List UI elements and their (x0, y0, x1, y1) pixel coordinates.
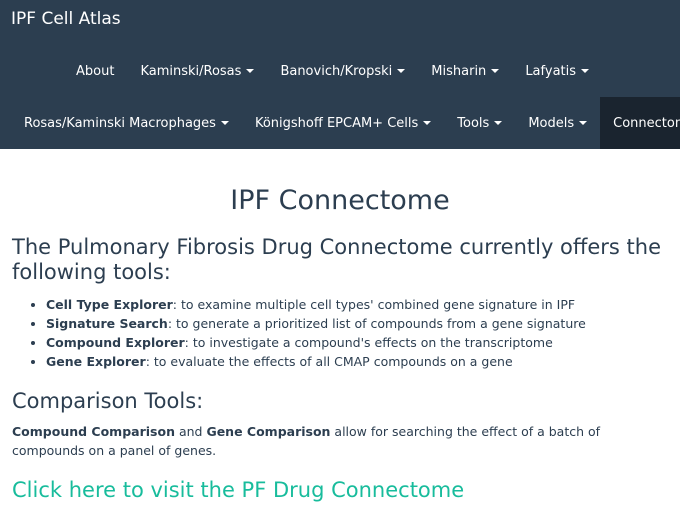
tool-name: Compound Explorer (46, 335, 185, 350)
nav-item-lafyatis[interactable]: Lafyatis (512, 45, 602, 97)
comparison-term-1: Compound Comparison (12, 424, 175, 439)
tool-desc: : to generate a prioritized list of comp… (167, 316, 586, 331)
caret-down-icon (246, 69, 255, 73)
intro-heading: The Pulmonary Fibrosis Drug Connectome c… (12, 235, 662, 284)
list-item: Cell Type Explorer: to examine multiple … (46, 295, 668, 314)
top-navbar: IPF Cell Atlas About Kaminski/Rosas Bano… (0, 0, 680, 149)
caret-down-icon (581, 69, 590, 73)
nav-item-misharin[interactable]: Misharin (418, 45, 512, 97)
nav-item-label: Banovich/Kropski (280, 63, 393, 79)
tool-desc: : to evaluate the effects of all CMAP co… (145, 354, 513, 369)
brand-row: IPF Cell Atlas (0, 0, 680, 45)
nav-item-label: Misharin (431, 63, 487, 79)
nav-item-konigshoff-epcam[interactable]: Königshoff EPCAM+ Cells (242, 97, 444, 149)
tool-name: Cell Type Explorer (46, 297, 173, 312)
list-item: Gene Explorer: to evaluate the effects o… (46, 352, 668, 371)
tool-name: Signature Search (46, 316, 168, 331)
nav-item-label: About (76, 63, 115, 79)
tools-list: Cell Type Explorer: to examine multiple … (12, 295, 668, 371)
caret-down-icon (494, 121, 503, 125)
nav-item-models[interactable]: Models (515, 97, 600, 149)
caret-down-icon (220, 121, 229, 125)
page-title: IPF Connectome (230, 185, 450, 216)
nav-item-label: Königshoff EPCAM+ Cells (254, 115, 419, 131)
main-content: IPF Connectome The Pulmonary Fibrosis Dr… (0, 183, 680, 504)
nav-item-label: Connectome (613, 115, 680, 131)
nav-item-label: Kaminski/Rosas (140, 63, 242, 79)
nav-item-label: Rosas/Kaminski Macrophages (24, 115, 216, 131)
comparison-term-2: Gene Comparison (206, 424, 331, 439)
nav-row-1: About Kaminski/Rosas Banovich/Kropski Mi… (0, 45, 680, 97)
caret-down-icon (397, 69, 406, 73)
caret-down-icon (423, 121, 432, 125)
nav-item-rosas-kaminski-macrophages[interactable]: Rosas/Kaminski Macrophages (11, 97, 242, 149)
caret-down-icon (491, 69, 500, 73)
brand-title[interactable]: IPF Cell Atlas (11, 9, 121, 29)
nav-row-2: Rosas/Kaminski Macrophages Königshoff EP… (0, 97, 680, 149)
nav-item-tools[interactable]: Tools (444, 97, 515, 149)
visit-connectome-link[interactable]: Click here to visit the PF Drug Connecto… (12, 476, 668, 504)
list-item: Compound Explorer: to investigate a comp… (46, 333, 668, 352)
nav-item-label: Lafyatis (525, 63, 577, 79)
nav-item-label: Tools (457, 115, 490, 131)
nav-item-about[interactable]: About (63, 45, 127, 97)
tool-desc: : to examine multiple cell types' combin… (172, 297, 576, 312)
tool-desc: : to investigate a compound's effects on… (184, 335, 553, 350)
comparison-text: Compound Comparison and Gene Comparison … (12, 422, 668, 460)
nav-item-label: Models (528, 115, 575, 131)
nav-item-banovich-kropski[interactable]: Banovich/Kropski (267, 45, 418, 97)
tool-name: Gene Explorer (46, 354, 146, 369)
nav-item-kaminski-rosas[interactable]: Kaminski/Rosas (127, 45, 267, 97)
caret-down-icon (579, 121, 588, 125)
list-item: Signature Search: to generate a prioriti… (46, 314, 668, 333)
comparison-heading: Comparison Tools: (12, 389, 204, 413)
nav-item-connectome[interactable]: Connectome (600, 97, 680, 149)
comparison-connector: and (174, 424, 207, 439)
